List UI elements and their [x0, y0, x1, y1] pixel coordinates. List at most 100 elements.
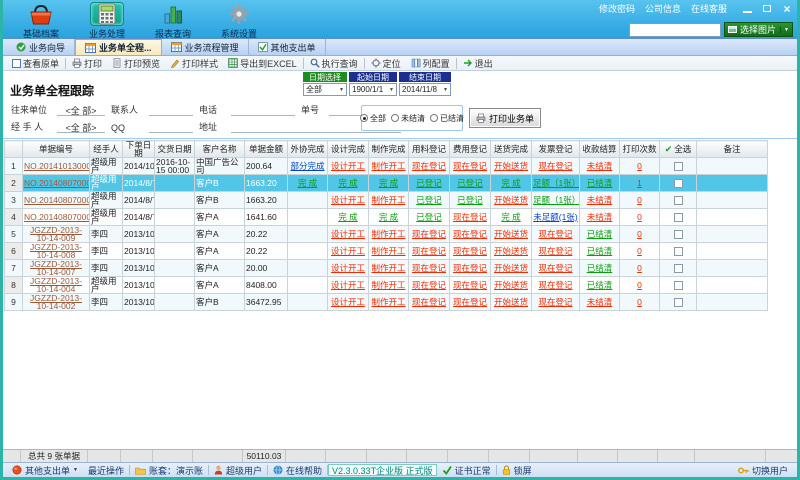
- column-header[interactable]: 交货日期: [155, 141, 195, 158]
- status-link[interactable]: 已结清: [587, 263, 613, 273]
- status-link[interactable]: 完 成: [298, 178, 317, 188]
- nav-item-system-settings[interactable]: 系统设置: [213, 0, 265, 40]
- status-link[interactable]: 已登记: [457, 195, 483, 205]
- contact-field[interactable]: [149, 104, 193, 116]
- status-link[interactable]: 设计开工: [331, 297, 365, 307]
- start-date-select[interactable]: 1900/1/1▼: [349, 83, 397, 96]
- statusbar-item-account-set[interactable]: 账套：演示账: [130, 464, 208, 477]
- statusbar-item-online-help[interactable]: 在线帮助: [268, 464, 327, 477]
- statusbar-item-lock-screen[interactable]: 锁屏: [497, 464, 537, 477]
- status-link[interactable]: 制作开工: [371, 229, 405, 239]
- status-link[interactable]: 0: [637, 297, 642, 307]
- column-header[interactable]: 单据金额: [245, 141, 288, 158]
- status-link[interactable]: 0: [637, 212, 642, 222]
- status-link[interactable]: 开始送货: [494, 263, 528, 273]
- status-link[interactable]: 0: [637, 161, 642, 171]
- radio-settled[interactable]: 已结清: [430, 113, 464, 124]
- row-checkbox[interactable]: [674, 298, 683, 307]
- status-link[interactable]: 完 成: [379, 178, 398, 188]
- table-row[interactable]: 9JGZZD-2013-10-14-002李四2013/10/14客户B3647…: [5, 294, 768, 311]
- status-link[interactable]: 现在登记: [453, 280, 487, 290]
- table-row[interactable]: 5JGZZD-2013-10-14-009李四2013/10/14客户A20.2…: [5, 226, 768, 243]
- statusbar-item-other-expense[interactable]: 其他支出单▼: [7, 464, 83, 477]
- table-row[interactable]: 1NO.201410130001超级用户2014/10/132016-10-15…: [5, 158, 768, 175]
- row-checkbox[interactable]: [674, 264, 683, 273]
- status-link[interactable]: 制作开工: [371, 263, 405, 273]
- status-link[interactable]: 现在登记: [412, 263, 446, 273]
- status-link[interactable]: 现在登记: [412, 297, 446, 307]
- status-link[interactable]: 开始送货: [494, 297, 528, 307]
- counterparty-field[interactable]: <全 部>: [57, 104, 105, 116]
- handler-field[interactable]: <全 部>: [57, 121, 105, 133]
- radio-all[interactable]: 全部: [360, 113, 386, 124]
- toolbar-button-column-config[interactable]: 列配置: [406, 57, 455, 70]
- status-link[interactable]: 足额（1张）: [533, 195, 580, 205]
- column-header[interactable]: 外协完成: [288, 141, 328, 158]
- order-link[interactable]: NO.201408070002: [24, 195, 90, 205]
- table-row[interactable]: 4NO.201408070001超级用户2014/8/7客户A1641.60完 …: [5, 209, 768, 226]
- table-row[interactable]: 8JGZZD-2013-10-14-004超级用户2013/10/14客户A84…: [5, 277, 768, 294]
- link-company-info[interactable]: 公司信息: [645, 2, 681, 15]
- status-link[interactable]: 制作开工: [371, 246, 405, 256]
- toolbar-button-exit[interactable]: 退出: [458, 57, 498, 70]
- tab-other-expense[interactable]: 其他支出单: [249, 39, 326, 55]
- status-link[interactable]: 未结清: [587, 297, 613, 307]
- status-link[interactable]: 现在登记: [538, 297, 572, 307]
- toolbar-button-locate[interactable]: 定位: [366, 57, 406, 70]
- row-checkbox[interactable]: [674, 179, 683, 188]
- toolbar-button-export-excel[interactable]: 导出到EXCEL: [223, 57, 302, 70]
- status-link[interactable]: 开始送货: [494, 229, 528, 239]
- status-link[interactable]: 现在登记: [538, 246, 572, 256]
- status-link[interactable]: 现在登记: [538, 161, 572, 171]
- status-link[interactable]: 已登记: [416, 195, 442, 205]
- status-link[interactable]: 0: [637, 229, 642, 239]
- radio-unsettled[interactable]: 未结清: [391, 113, 425, 124]
- status-link[interactable]: 已结清: [587, 229, 613, 239]
- link-online-service[interactable]: 在线客服: [691, 2, 727, 15]
- status-link[interactable]: 现在登记: [538, 229, 572, 239]
- order-link[interactable]: NO.201410130001: [24, 161, 90, 171]
- row-checkbox[interactable]: [674, 162, 683, 171]
- restore-icon[interactable]: [761, 3, 773, 14]
- column-header[interactable]: 费用登记: [450, 141, 491, 158]
- status-link[interactable]: 设计开工: [331, 229, 365, 239]
- nav-item-basic-archive[interactable]: 基础档案: [15, 0, 67, 40]
- status-link[interactable]: 已登记: [416, 212, 442, 222]
- row-checkbox[interactable]: [674, 213, 683, 222]
- column-header[interactable]: 客户名称: [195, 141, 245, 158]
- column-header[interactable]: 单据编号: [23, 141, 90, 158]
- tab-business-flow[interactable]: 业务流程管理: [162, 39, 249, 55]
- status-link[interactable]: 现在登记: [412, 161, 446, 171]
- toolbar-button-view-original[interactable]: 查看原单: [7, 57, 64, 70]
- status-link[interactable]: 0: [637, 195, 642, 205]
- tab-order-tracking[interactable]: 业务单全程...: [75, 39, 162, 55]
- status-link[interactable]: 未结清: [587, 195, 613, 205]
- order-link[interactable]: JGZZD-2013-10-14-009: [30, 226, 82, 243]
- qq-field[interactable]: [149, 121, 193, 133]
- status-link[interactable]: 完 成: [338, 178, 357, 188]
- toolbar-button-print-preview[interactable]: 打印预览: [107, 57, 165, 70]
- column-header[interactable]: 打印次数: [620, 141, 660, 158]
- table-row[interactable]: 7JGZZD-2013-10-14-007李四2013/10/14客户A20.0…: [5, 260, 768, 277]
- status-link[interactable]: 现在登记: [453, 246, 487, 256]
- statusbar-item-current-user[interactable]: 超级用户: [209, 464, 267, 477]
- status-link[interactable]: 现在登记: [412, 229, 446, 239]
- status-link[interactable]: 现在登记: [453, 297, 487, 307]
- status-link[interactable]: 未结清: [587, 212, 613, 222]
- status-link[interactable]: 已结清: [587, 178, 613, 188]
- close-icon[interactable]: ×: [781, 3, 793, 14]
- status-link[interactable]: 已登记: [457, 178, 483, 188]
- table-row[interactable]: 2NO.201408070003超级用户2014/8/7客户B1663.20完 …: [5, 175, 768, 192]
- status-link[interactable]: 完 成: [338, 212, 357, 222]
- date-mode-select[interactable]: 全部▼: [303, 83, 347, 96]
- link-change-password[interactable]: 修改密码: [599, 2, 635, 15]
- order-link[interactable]: JGZZD-2013-10-14-002: [30, 294, 82, 311]
- status-link[interactable]: 现在登记: [412, 246, 446, 256]
- status-link[interactable]: 0: [637, 280, 642, 290]
- status-link[interactable]: 设计开工: [331, 161, 365, 171]
- column-header[interactable]: 经手人: [90, 141, 123, 158]
- status-link[interactable]: 已结清: [587, 246, 613, 256]
- table-row[interactable]: 6JGZZD-2013-10-14-008李四2013/10/14客户A20.2…: [5, 243, 768, 260]
- status-link[interactable]: 完 成: [501, 212, 520, 222]
- minimize-icon[interactable]: [741, 3, 753, 14]
